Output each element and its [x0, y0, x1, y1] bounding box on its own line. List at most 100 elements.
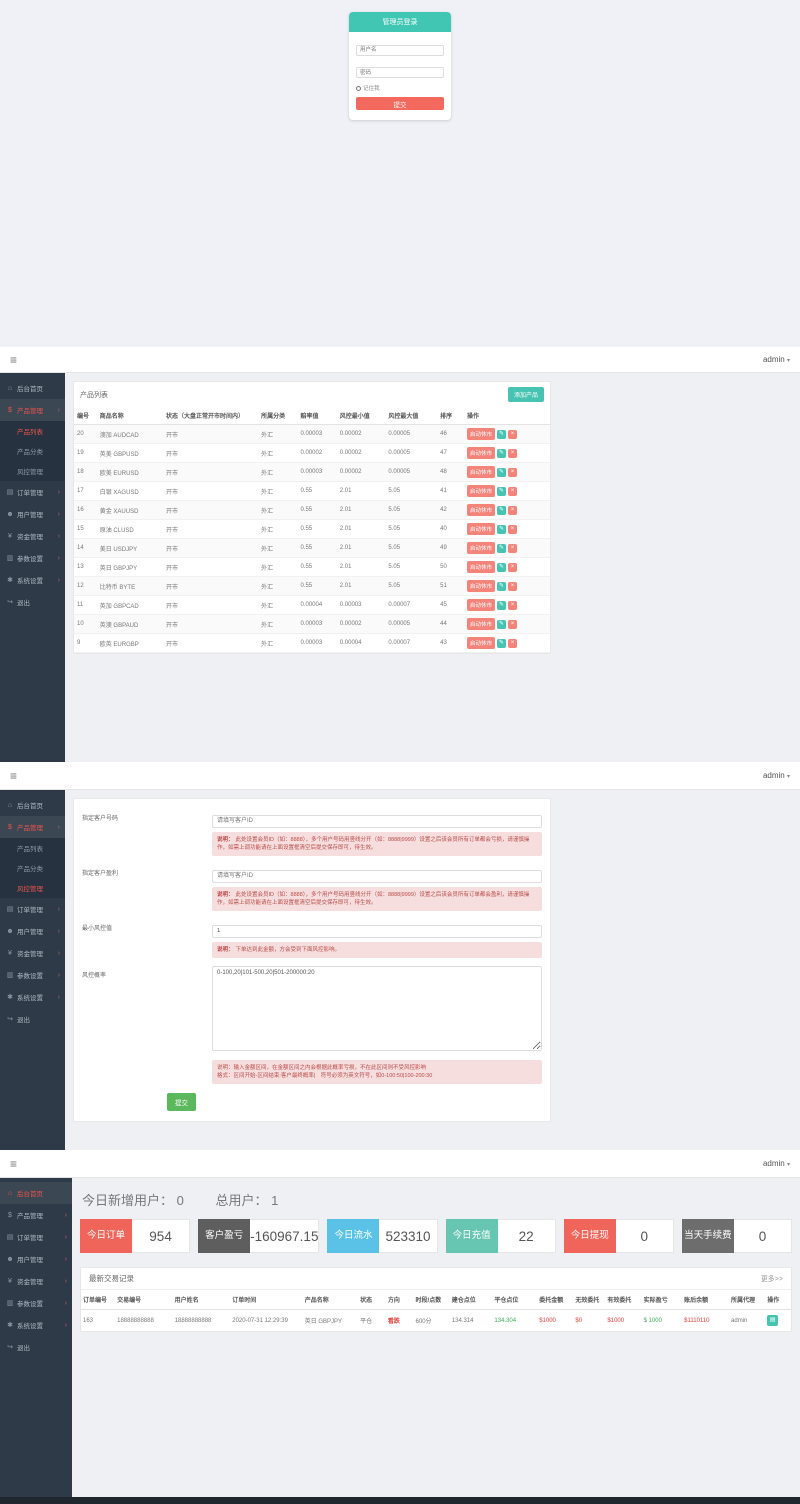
- sidebar-item-2[interactable]: ▤ 订单管理 ›: [0, 898, 65, 920]
- trash-icon[interactable]: ×: [508, 562, 518, 572]
- toggle-market-button[interactable]: 启动休市: [467, 504, 496, 516]
- toggle-market-button[interactable]: 启动休市: [467, 447, 496, 459]
- sidebar-item-7[interactable]: ↪ 退出: [0, 1008, 65, 1030]
- toggle-market-button[interactable]: 启动休市: [467, 428, 496, 440]
- sidebar-item-4[interactable]: ¥ 资金管理 ›: [0, 942, 65, 964]
- sidebar-item-6[interactable]: ✱ 系统设置 ›: [0, 569, 65, 591]
- trash-icon[interactable]: ×: [508, 505, 518, 515]
- pencil-icon[interactable]: ✎: [497, 524, 507, 534]
- sidebar-item-1[interactable]: $ 产品管理 ›: [0, 816, 65, 838]
- trash-icon[interactable]: ×: [508, 448, 518, 458]
- sidebar-item-7[interactable]: ↪ 退出: [0, 1336, 72, 1358]
- system-icon: ✱: [7, 1322, 13, 1329]
- sidebar-item-7[interactable]: ↪ 退出: [0, 591, 65, 613]
- params-icon: ▥: [6, 1300, 14, 1307]
- cell-name: 澳加 AUDCAD: [96, 424, 163, 444]
- cell-status: 平仓: [360, 1319, 373, 1325]
- trash-icon[interactable]: ×: [508, 524, 518, 534]
- chevron-down-icon: ▾: [786, 774, 790, 780]
- sidebar-item-5[interactable]: ▥ 参数设置 ›: [0, 964, 65, 986]
- login-submit-button[interactable]: 提交: [356, 97, 444, 110]
- username-input[interactable]: [356, 44, 444, 56]
- sidebar-item-6[interactable]: ✱ 系统设置 ›: [0, 986, 65, 1008]
- toggle-market-button[interactable]: 启动休市: [467, 618, 496, 630]
- pencil-icon[interactable]: ✎: [497, 448, 507, 458]
- pencil-icon[interactable]: ✎: [497, 562, 507, 572]
- sidebar-item-4[interactable]: ¥ 资金管理 ›: [0, 525, 65, 547]
- column-header: 排序: [437, 407, 465, 425]
- remember-me[interactable]: 记住我: [356, 84, 444, 92]
- sidebar-item-0[interactable]: ⌂ 后台首页: [0, 1182, 72, 1204]
- pencil-icon[interactable]: ✎: [497, 619, 507, 629]
- sidebar-item-3[interactable]: ☻ 用户管理 ›: [0, 920, 65, 942]
- sidebar-item-2[interactable]: ▤ 订单管理 ›: [0, 481, 65, 503]
- remember-checkbox[interactable]: [356, 85, 361, 91]
- sidebar-item-5[interactable]: ▥ 参数设置 ›: [0, 547, 65, 569]
- column-header: 用户姓名: [172, 1290, 231, 1310]
- sidebar-item-1[interactable]: $ 产品管理 ›: [0, 1204, 72, 1226]
- cell-risk_min: 0.00002: [336, 462, 386, 482]
- sidebar-item-3[interactable]: ☻ 用户管理 ›: [0, 503, 65, 525]
- pencil-icon[interactable]: ✎: [497, 638, 507, 648]
- sidebar-submenu: 产品列表 产品分类 风控管理: [0, 421, 65, 481]
- sidebar-subitem-0[interactable]: 产品列表: [0, 838, 65, 858]
- sidebar-item-3[interactable]: ☻ 用户管理 ›: [0, 1248, 72, 1270]
- trash-icon[interactable]: ×: [508, 581, 518, 591]
- sidebar-item-4[interactable]: ¥ 资金管理 ›: [0, 1270, 72, 1292]
- trash-icon[interactable]: ×: [508, 429, 518, 439]
- trash-icon[interactable]: ×: [508, 467, 518, 477]
- sidebar-subitem-1[interactable]: 产品分类: [0, 858, 65, 878]
- sidebar-item-0[interactable]: ⌂ 后台首页: [0, 794, 65, 816]
- pencil-icon[interactable]: ✎: [497, 600, 507, 610]
- pencil-icon[interactable]: ✎: [497, 543, 507, 553]
- toggle-market-button[interactable]: 启动休市: [467, 542, 496, 554]
- sidebar-subitem-1[interactable]: 产品分类: [0, 441, 65, 461]
- toggle-market-button[interactable]: 启动休市: [467, 637, 496, 649]
- menu-toggle-icon[interactable]: ≡: [10, 770, 17, 782]
- pencil-icon[interactable]: ✎: [497, 429, 507, 439]
- sidebar-item-0[interactable]: ⌂ 后台首页: [0, 377, 65, 399]
- trash-icon[interactable]: ×: [508, 600, 518, 610]
- chevron-right-icon: ›: [57, 905, 60, 913]
- risk-ratio-textarea[interactable]: 0-100,20|101-500,20|501-200000:20: [212, 965, 542, 1051]
- user-dropdown[interactable]: admin ▾: [763, 771, 790, 780]
- trash-icon[interactable]: ×: [508, 486, 518, 496]
- pencil-icon[interactable]: ✎: [497, 581, 507, 591]
- add-product-button[interactable]: 添加产品: [507, 387, 544, 402]
- detail-button[interactable]: ▤: [767, 1315, 779, 1326]
- user-dropdown[interactable]: admin ▾: [763, 1159, 790, 1168]
- table-row: 13 英日 GBPJPY 开市 外汇 0.55 2.01 5.05 50 启动休市 ✎ ×: [74, 557, 550, 577]
- sidebar-item-1[interactable]: $ 产品管理 ›: [0, 399, 65, 421]
- loss-customer-id-input[interactable]: [212, 814, 542, 828]
- funds-icon: ¥: [8, 949, 12, 957]
- risk-submit-button[interactable]: 提交: [167, 1093, 196, 1112]
- pencil-icon[interactable]: ✎: [497, 467, 507, 477]
- sidebar-subitem-2[interactable]: 风控管理: [0, 461, 65, 481]
- toggle-market-button[interactable]: 启动休市: [467, 561, 496, 573]
- toggle-market-button[interactable]: 启动休市: [467, 599, 496, 611]
- sidebar-subitem-2[interactable]: 风控管理: [0, 878, 65, 898]
- password-input[interactable]: [356, 67, 444, 78]
- toggle-market-button[interactable]: 启动休市: [467, 580, 496, 592]
- trash-icon[interactable]: ×: [508, 638, 518, 648]
- pencil-icon[interactable]: ✎: [497, 486, 507, 496]
- stat-card-5: 当天手续费 0: [681, 1219, 793, 1253]
- field-note: 说明： 下单达到此金额，方会受到下面风控影响。: [212, 941, 542, 958]
- sidebar-subitem-0[interactable]: 产品列表: [0, 421, 65, 441]
- pencil-icon[interactable]: ✎: [497, 505, 507, 515]
- sidebar-item-6[interactable]: ✱ 系统设置 ›: [0, 1314, 72, 1336]
- sidebar-item-2[interactable]: ▤ 订单管理 ›: [0, 1226, 72, 1248]
- toggle-market-button[interactable]: 启动休市: [467, 466, 496, 478]
- more-link[interactable]: 更多>>: [761, 1274, 783, 1284]
- menu-toggle-icon[interactable]: ≡: [10, 354, 17, 366]
- toggle-market-button[interactable]: 启动休市: [467, 485, 496, 497]
- sidebar-item-5[interactable]: ▥ 参数设置 ›: [0, 1292, 72, 1314]
- min-risk-value-input[interactable]: [212, 924, 542, 938]
- textarea-note: 说明：输入金额区间，在金额区间之内会根据此概率亏损，不在此区间则不受风控影响 格…: [212, 1059, 542, 1085]
- trash-icon[interactable]: ×: [508, 619, 518, 629]
- menu-toggle-icon[interactable]: ≡: [10, 1158, 17, 1170]
- toggle-market-button[interactable]: 启动休市: [467, 523, 496, 535]
- trash-icon[interactable]: ×: [508, 543, 518, 553]
- user-dropdown[interactable]: admin ▾: [763, 355, 790, 364]
- profit-customer-id-input[interactable]: [212, 869, 542, 883]
